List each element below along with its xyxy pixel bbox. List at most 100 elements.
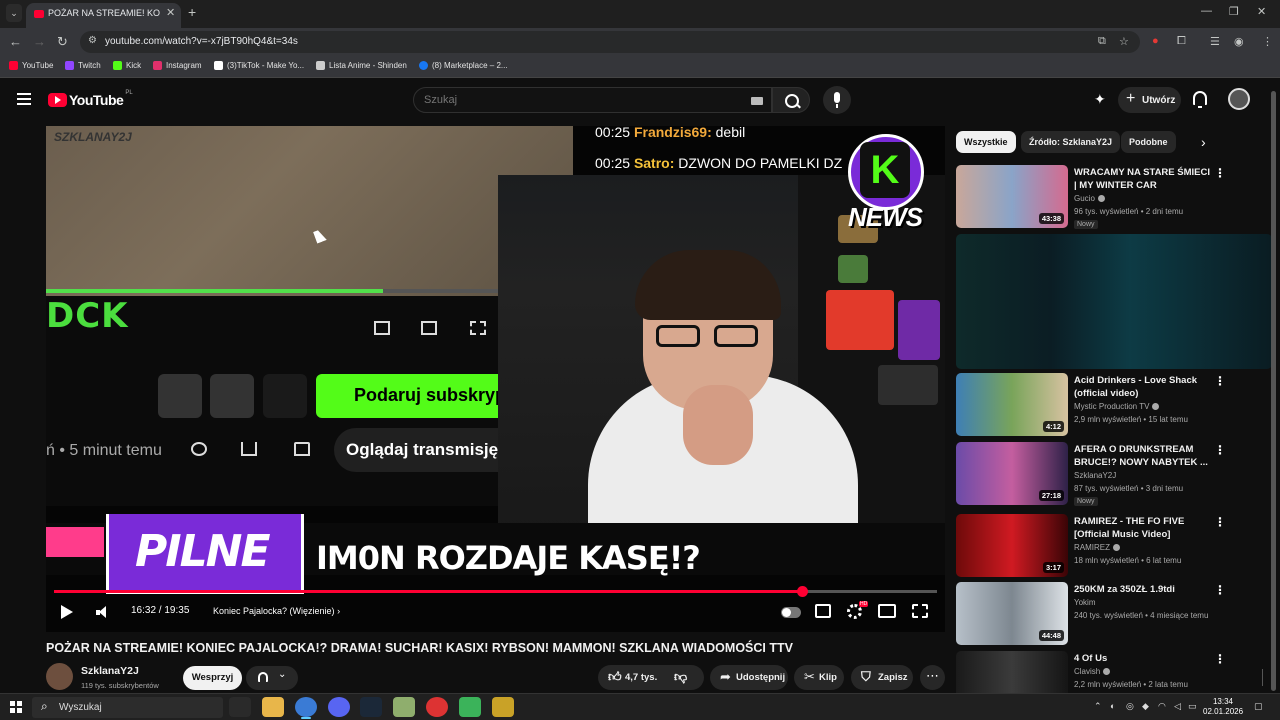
app-icon[interactable] <box>393 697 415 717</box>
support-button[interactable]: Wesprzyj <box>183 666 242 690</box>
tray-chevron-icon[interactable]: ⌃ <box>1094 701 1102 712</box>
recommendation-item[interactable]: 4:12 Acid Drinkers - Love Shack (officia… <box>956 373 1236 437</box>
new-tab-button[interactable]: + <box>188 4 196 20</box>
volume-icon[interactable] <box>96 606 110 619</box>
like-count[interactable]: 4,7 tys. <box>625 672 657 683</box>
chip-source[interactable]: Źródło: SzklanaY2J <box>1021 131 1121 153</box>
bookmark-star-icon[interactable]: ☆ <box>1119 35 1129 48</box>
more-options-icon[interactable]: ⋮ <box>1214 515 1226 529</box>
subtitles-icon[interactable] <box>815 604 831 618</box>
theater-mode-icon[interactable] <box>878 604 896 618</box>
taskbar-search[interactable]: ⌕ Wyszukaj <box>32 697 223 718</box>
minimize-icon[interactable]: — <box>1201 5 1212 17</box>
search-input[interactable] <box>424 94 724 106</box>
more-options-icon[interactable]: ⋮ <box>1214 652 1226 666</box>
tab-close-icon[interactable]: ✕ <box>166 6 175 19</box>
tab-search-button[interactable]: ⌄ <box>6 4 22 22</box>
bookmark-twitch[interactable]: Twitch <box>65 61 101 70</box>
voice-search-button[interactable] <box>823 86 851 114</box>
video-thumbnail[interactable]: 3:17 <box>956 514 1068 577</box>
chevron-right-icon[interactable]: › <box>1201 134 1206 150</box>
save-button[interactable]: ⛉ Zapisz <box>851 665 913 690</box>
game-icon[interactable] <box>492 697 514 717</box>
fullscreen-icon[interactable] <box>912 604 928 618</box>
steam-icon[interactable] <box>360 697 382 717</box>
tray-app-icon[interactable]: ◎ <box>1126 701 1134 712</box>
bookmark-kick[interactable]: Kick <box>113 61 141 70</box>
video-thumbnail[interactable]: 44:48 <box>956 582 1068 645</box>
profile-icon[interactable]: ◉ <box>1234 35 1244 48</box>
seek-handle[interactable] <box>796 586 808 597</box>
bookmark-instagram[interactable]: Instagram <box>153 61 202 70</box>
recommendation-item[interactable]: 27:18 AFERA O DRUNKSTREAM BRUCE!? NOWY N… <box>956 442 1236 506</box>
share-button[interactable]: ➦ Udostępnij <box>710 665 788 690</box>
recommendation-item[interactable]: 4 Of Us Clavish 2,2 mln wyświetleń • 2 l… <box>956 651 1236 693</box>
back-icon[interactable]: ← <box>9 34 22 49</box>
seek-bar[interactable] <box>54 586 937 597</box>
recommendation-item[interactable]: 44:48 250KM za 350ZŁ 1.9tdi Yokim 240 ty… <box>956 582 1236 646</box>
play-icon[interactable] <box>61 605 73 619</box>
create-button[interactable]: + Utwórz <box>1118 87 1181 113</box>
more-options-icon[interactable]: ⋮ <box>1214 166 1226 180</box>
chapter-title[interactable]: Koniec Pajalocka? (Więzienie) › <box>213 606 340 616</box>
video-thumbnail[interactable] <box>956 234 1272 369</box>
tray-app-icon[interactable]: ◐ <box>1110 701 1115 711</box>
media-controls-icon[interactable]: ☰ <box>1210 35 1220 48</box>
video-thumbnail[interactable]: 43:38 <box>956 165 1068 228</box>
channel-name[interactable]: SzklanaY2J <box>81 665 139 677</box>
channel-avatar[interactable] <box>46 663 73 690</box>
recommendation-item[interactable] <box>956 234 1272 369</box>
more-options-icon[interactable]: ⋮ <box>1214 583 1226 597</box>
close-window-icon[interactable]: ✕ <box>1257 5 1266 18</box>
bookmark-youtube[interactable]: YouTube <box>9 61 53 70</box>
forward-icon[interactable]: → <box>33 34 46 49</box>
restore-icon[interactable]: ❐ <box>1229 5 1239 18</box>
bookmark-marketplace[interactable]: (8) Marketplace – 2... <box>419 61 508 70</box>
more-actions-icon[interactable]: ⋯ <box>920 665 945 690</box>
youtube-logo[interactable]: YouTube PL <box>48 90 133 108</box>
wifi-icon[interactable]: ◠ <box>1158 701 1166 712</box>
reload-icon[interactable]: ↻ <box>57 34 68 50</box>
install-app-icon[interactable]: ⧉ <box>1098 35 1106 48</box>
task-view-icon[interactable] <box>229 697 251 717</box>
account-avatar[interactable] <box>1228 88 1250 110</box>
video-thumbnail[interactable]: 27:18 <box>956 442 1068 505</box>
more-options-icon[interactable]: ⋮ <box>1214 443 1226 457</box>
ai-sparkle-icon[interactable]: ✦ <box>1094 91 1110 107</box>
notifications-icon[interactable]: ▢ <box>1254 701 1263 712</box>
site-info-icon[interactable]: ⚙ <box>88 35 97 46</box>
bookmark-shinden[interactable]: Lista Anime - Shinden <box>316 61 407 70</box>
opera-icon[interactable] <box>426 697 448 717</box>
like-icon[interactable]: 👍︎ <box>608 669 622 685</box>
browser-tab-active[interactable]: POŻAR NA STREAMIE! KONIEC ✕ <box>26 3 181 28</box>
bookmark-tiktok[interactable]: (3)TikTok - Make Yo... <box>214 61 304 70</box>
clock[interactable]: 13:34 02.01.2026 <box>1203 697 1243 717</box>
file-explorer-icon[interactable] <box>262 697 284 717</box>
clip-button[interactable]: ✂ Klip <box>794 665 844 690</box>
app-icon[interactable] <box>459 697 481 717</box>
chip-similar[interactable]: Podobne <box>1121 131 1176 153</box>
windows-start-icon[interactable] <box>10 701 22 713</box>
keyboard-icon[interactable] <box>751 97 763 105</box>
extensions-puzzle-icon[interactable]: ⧠ <box>1177 35 1186 48</box>
more-options-icon[interactable]: ⋮ <box>1214 374 1226 388</box>
chrome-icon[interactable] <box>295 697 317 719</box>
search-button[interactable] <box>772 87 810 113</box>
video-player[interactable]: SZKLANAY2J DCK Podaruj subskryp ń • 5 mi… <box>46 126 945 632</box>
page-scrollbar[interactable] <box>1271 91 1276 691</box>
autoplay-toggle[interactable] <box>781 607 801 618</box>
video-thumbnail[interactable]: 4:12 <box>956 373 1068 436</box>
search-field[interactable] <box>413 87 772 113</box>
settings-gear-icon[interactable]: HD <box>847 601 869 619</box>
discord-icon[interactable] <box>328 697 350 717</box>
tray-app-icon[interactable]: ◆ <box>1142 701 1149 712</box>
chrome-menu-icon[interactable]: ⋮ <box>1262 35 1273 48</box>
menu-icon[interactable] <box>17 93 31 105</box>
address-bar[interactable]: ⚙ youtube.com/watch?v=-x7jBT90hQ4&t=34s <box>80 31 1140 53</box>
notifications-bell-icon[interactable] <box>1193 91 1207 108</box>
battery-icon[interactable]: ▭ <box>1188 701 1197 712</box>
recommendation-item[interactable]: 43:38 WRACAMY NA STARE ŚMIECI | MY WINTE… <box>956 165 1236 229</box>
dislike-icon[interactable]: 👎︎ <box>674 669 687 685</box>
video-thumbnail[interactable] <box>956 651 1068 693</box>
volume-tray-icon[interactable]: ◁ <box>1174 701 1181 712</box>
